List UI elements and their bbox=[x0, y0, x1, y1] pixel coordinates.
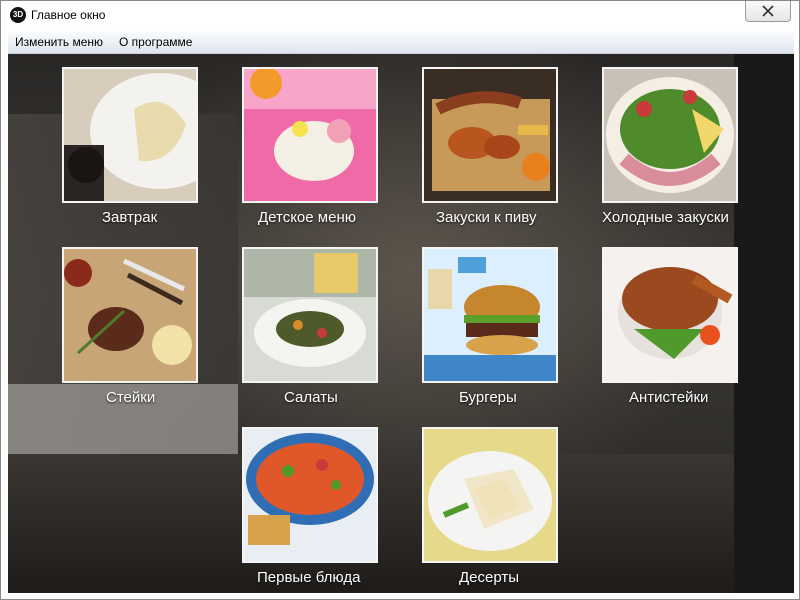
antisteaks-image[interactable] bbox=[602, 247, 738, 383]
category-label-cold-appetizers[interactable]: Холодные закуски bbox=[602, 209, 729, 226]
category-label-antisteaks[interactable]: Антистейки bbox=[629, 389, 708, 406]
restaurant-background: Завтрак Детское меню Закуски к пиву Холо… bbox=[8, 54, 794, 593]
soups-image[interactable] bbox=[242, 427, 378, 563]
burgers-image[interactable] bbox=[422, 247, 558, 383]
salads-image[interactable] bbox=[242, 247, 378, 383]
background-dark-pane bbox=[734, 54, 794, 593]
close-icon bbox=[762, 5, 774, 17]
category-label-breakfast[interactable]: Завтрак bbox=[102, 209, 157, 226]
breakfast-image[interactable] bbox=[62, 67, 198, 203]
category-label-salads[interactable]: Салаты bbox=[284, 389, 338, 406]
desserts-image[interactable] bbox=[422, 427, 558, 563]
menu-bar: Изменить меню О программе bbox=[8, 31, 794, 54]
steaks-image[interactable] bbox=[62, 247, 198, 383]
category-label-desserts[interactable]: Десерты bbox=[459, 569, 519, 586]
category-label-steaks[interactable]: Стейки bbox=[106, 389, 155, 406]
window-title: Главное окно bbox=[31, 8, 106, 22]
category-label-kids-menu[interactable]: Детское меню bbox=[258, 209, 356, 226]
menu-item-edit-menu[interactable]: Изменить меню bbox=[15, 35, 103, 49]
kids-menu-image[interactable] bbox=[242, 67, 378, 203]
title-bar: 3D Главное окно bbox=[1, 1, 799, 31]
category-label-burgers[interactable]: Бургеры bbox=[459, 389, 517, 406]
cold-appetizers-image[interactable] bbox=[602, 67, 738, 203]
beer-snacks-image[interactable] bbox=[422, 67, 558, 203]
category-label-soups[interactable]: Первые блюда bbox=[257, 569, 360, 586]
main-window: 3D Главное окно Изменить меню О программ… bbox=[0, 0, 800, 600]
app-icon: 3D bbox=[10, 7, 26, 23]
close-button[interactable] bbox=[745, 1, 791, 22]
category-label-beer-snacks[interactable]: Закуски к пиву bbox=[436, 209, 536, 226]
background-floor bbox=[8, 454, 794, 593]
menu-item-about[interactable]: О программе bbox=[119, 35, 192, 49]
